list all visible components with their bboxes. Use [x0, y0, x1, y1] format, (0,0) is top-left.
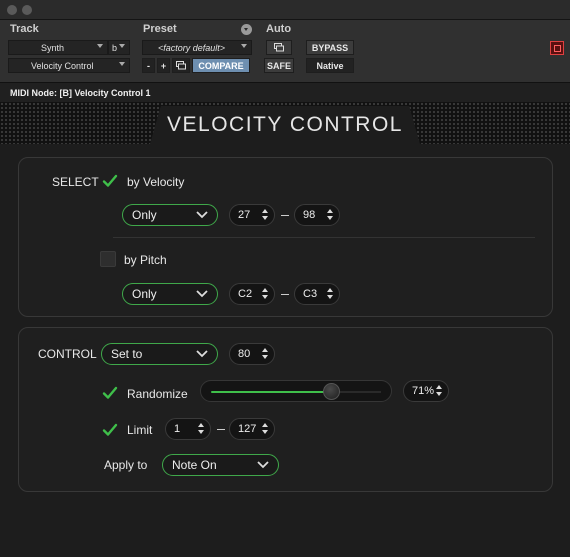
preset-selector[interactable]: <factory default> — [142, 40, 252, 55]
pitch-high-value: C3 — [303, 288, 318, 300]
native-button[interactable]: Native — [306, 58, 354, 73]
by-velocity-label: by Velocity — [127, 175, 185, 189]
velocity-high-stepper[interactable]: 98 — [294, 204, 340, 226]
control-mode-value: Set to — [111, 347, 143, 361]
stepper-arrows-icon[interactable] — [436, 385, 442, 397]
select-divider — [113, 237, 535, 238]
slider-knob[interactable] — [322, 383, 340, 400]
by-pitch-label: by Pitch — [124, 253, 167, 267]
by-pitch-checkbox[interactable] — [100, 251, 116, 267]
next-preset-button[interactable]: + — [157, 58, 170, 73]
track-channel-selector[interactable]: b — [108, 40, 130, 55]
track-channel: b — [112, 42, 118, 53]
compare-button[interactable]: COMPARE — [192, 58, 250, 73]
square-icon — [553, 44, 561, 52]
range-dash — [281, 294, 289, 295]
pitch-mode-value: Only — [132, 287, 157, 301]
chevron-down-icon — [196, 290, 208, 298]
pitch-low-stepper[interactable]: C2 — [229, 283, 275, 305]
apply-to-value: Note On — [172, 458, 217, 472]
previous-preset-button[interactable]: - — [142, 58, 155, 73]
range-dash — [217, 429, 225, 430]
midi-node-text: MIDI Node: [B] Velocity Control 1 — [10, 87, 151, 98]
midi-node-bar: MIDI Node: [B] Velocity Control 1 — [0, 82, 570, 102]
track-name: Synth — [41, 42, 65, 53]
randomize-amount-value: 71% — [412, 385, 435, 397]
control-value: 80 — [238, 348, 251, 360]
close-window-icon[interactable] — [7, 5, 17, 15]
automation-icon — [274, 43, 284, 52]
track-label: Track — [10, 23, 39, 35]
chevron-down-icon — [241, 44, 247, 48]
limit-low-stepper[interactable]: 1 — [165, 418, 211, 440]
automation-button[interactable] — [266, 40, 292, 55]
plugin-header: Track Preset Auto Synth b <factory defau… — [0, 20, 570, 82]
limit-checkbox[interactable] — [102, 422, 118, 438]
limit-low-value: 1 — [174, 423, 181, 435]
bypass-button[interactable]: BYPASS — [306, 40, 354, 55]
stepper-arrows-icon[interactable] — [327, 209, 333, 221]
slider-fill — [211, 391, 332, 393]
stepper-arrows-icon[interactable] — [198, 423, 204, 435]
stepper-arrows-icon[interactable] — [262, 423, 268, 435]
chevron-down-icon — [196, 211, 208, 219]
chevron-down-icon — [119, 44, 125, 48]
plugin-name: Velocity Control — [31, 60, 94, 71]
plugin-window-close-button[interactable] — [550, 41, 564, 55]
control-section-label: CONTROL — [38, 347, 97, 361]
select-section-label: SELECT — [52, 175, 99, 189]
control-value-stepper[interactable]: 80 — [229, 343, 275, 365]
preset-label: Preset — [143, 23, 177, 35]
control-mode-dropdown[interactable]: Set to — [101, 343, 218, 365]
apply-to-dropdown[interactable]: Note On — [162, 454, 279, 476]
control-panel — [18, 327, 553, 492]
pitch-low-value: C2 — [238, 288, 253, 300]
limit-label: Limit — [127, 423, 153, 437]
limit-high-value: 127 — [238, 423, 257, 435]
chevron-down-icon — [257, 461, 269, 469]
stepper-arrows-icon[interactable] — [262, 209, 268, 221]
velocity-low-stepper[interactable]: 27 — [229, 204, 275, 226]
randomize-amount-stepper[interactable]: 71% — [403, 380, 449, 402]
copy-icon — [176, 61, 186, 70]
window-titlebar — [0, 0, 570, 20]
velocity-low-value: 27 — [238, 209, 251, 221]
velocity-high-value: 98 — [303, 209, 316, 221]
by-velocity-checkbox[interactable] — [102, 173, 118, 189]
stepper-arrows-icon[interactable] — [262, 288, 268, 300]
safe-button[interactable]: SAFE — [264, 58, 294, 73]
randomize-slider[interactable] — [200, 380, 392, 402]
stepper-arrows-icon[interactable] — [262, 348, 268, 360]
velocity-mode-value: Only — [132, 208, 157, 222]
limit-high-stepper[interactable]: 127 — [229, 418, 275, 440]
checkmark-icon — [102, 386, 118, 399]
stepper-arrows-icon[interactable] — [327, 288, 333, 300]
checkmark-icon — [102, 174, 118, 187]
range-dash — [281, 215, 289, 216]
copy-settings-button[interactable] — [172, 58, 190, 73]
checkmark-icon — [102, 423, 118, 436]
chevron-down-icon — [196, 350, 208, 358]
plugin-title-tab: VELOCITY CONTROL — [150, 106, 420, 144]
preset-name: <factory default> — [158, 42, 226, 53]
minimize-window-icon[interactable] — [22, 5, 32, 15]
preset-menu-icon[interactable] — [241, 24, 252, 35]
apply-to-label: Apply to — [104, 458, 148, 472]
plugin-title: VELOCITY CONTROL — [167, 113, 403, 136]
randomize-checkbox[interactable] — [102, 385, 118, 401]
plugin-selector[interactable]: Velocity Control — [8, 58, 130, 73]
randomize-label: Randomize — [127, 387, 188, 401]
chevron-down-icon — [97, 44, 103, 48]
track-selector[interactable]: Synth — [8, 40, 108, 55]
auto-label: Auto — [266, 23, 292, 35]
velocity-mode-dropdown[interactable]: Only — [122, 204, 218, 226]
pitch-high-stepper[interactable]: C3 — [294, 283, 340, 305]
chevron-down-icon — [119, 62, 125, 66]
pitch-mode-dropdown[interactable]: Only — [122, 283, 218, 305]
